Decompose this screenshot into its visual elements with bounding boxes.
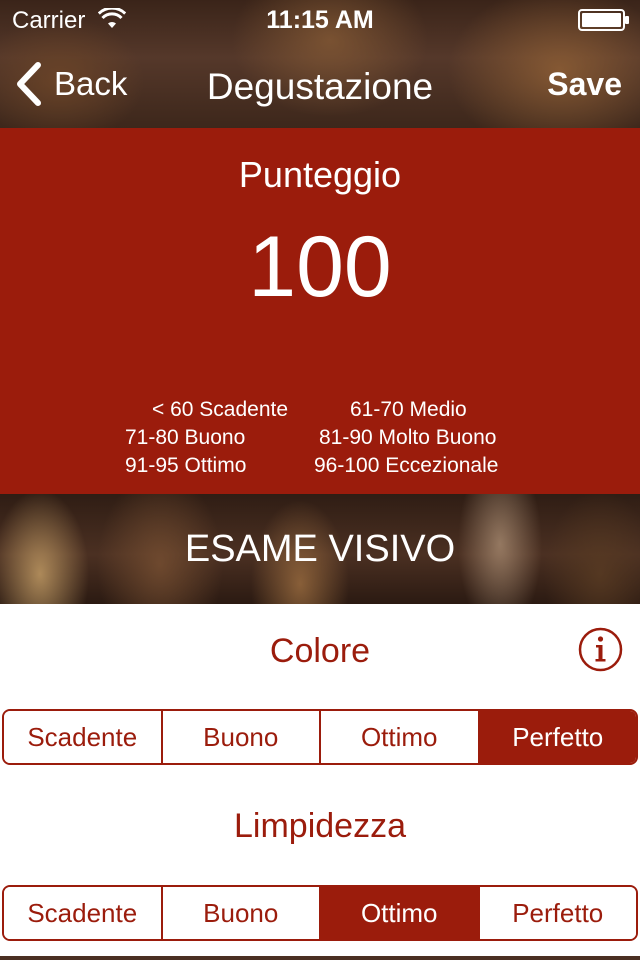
battery-icon bbox=[578, 9, 629, 31]
legend-item: 96-100 Eccezionale bbox=[314, 454, 499, 477]
question-title-colore: Colore bbox=[269, 632, 371, 670]
legend-item: 81-90 Molto Buono bbox=[319, 426, 497, 449]
limpidezza-segmented-control: Scadente Buono Ottimo Perfetto bbox=[2, 885, 638, 941]
legend-item: 91-95 Ottimo bbox=[125, 454, 247, 477]
segment-ottimo[interactable]: Ottimo bbox=[319, 887, 478, 939]
segment-ottimo[interactable]: Ottimo bbox=[319, 711, 478, 763]
section-title: ESAME VISIVO bbox=[184, 528, 456, 570]
status-bar: Carrier 11:15 AM bbox=[0, 0, 640, 40]
save-button[interactable]: Save bbox=[547, 66, 622, 103]
score-panel: Punteggio 100 < 60 Scadente 61-70 Medio … bbox=[0, 128, 640, 494]
section-banner: ESAME VISIVO bbox=[0, 494, 640, 604]
score-value: 100 bbox=[248, 219, 392, 315]
colore-segmented-control: Scadente Buono Ottimo Perfetto bbox=[2, 709, 638, 765]
segment-scadente[interactable]: Scadente bbox=[4, 711, 161, 763]
score-label: Punteggio bbox=[238, 154, 402, 195]
info-icon[interactable] bbox=[578, 627, 623, 672]
segment-scadente[interactable]: Scadente bbox=[4, 887, 161, 939]
question-title-limpidezza: Limpidezza bbox=[234, 807, 406, 845]
clock: 11:15 AM bbox=[266, 6, 374, 34]
legend-item: 71-80 Buono bbox=[125, 426, 246, 449]
segment-perfetto[interactable]: Perfetto bbox=[477, 887, 636, 939]
navigation-bar: Back Degustazione Save bbox=[0, 40, 640, 128]
legend-item: < 60 Scadente bbox=[152, 398, 289, 421]
bottom-edge bbox=[0, 956, 640, 960]
legend-item: 61-70 Medio bbox=[350, 398, 467, 421]
segment-buono[interactable]: Buono bbox=[160, 887, 319, 939]
segment-buono[interactable]: Buono bbox=[160, 711, 319, 763]
page-title: Degustazione bbox=[206, 66, 434, 107]
segment-perfetto[interactable]: Perfetto bbox=[477, 711, 636, 763]
header: Carrier 11:15 AM Back Degustazione Save bbox=[0, 0, 640, 128]
